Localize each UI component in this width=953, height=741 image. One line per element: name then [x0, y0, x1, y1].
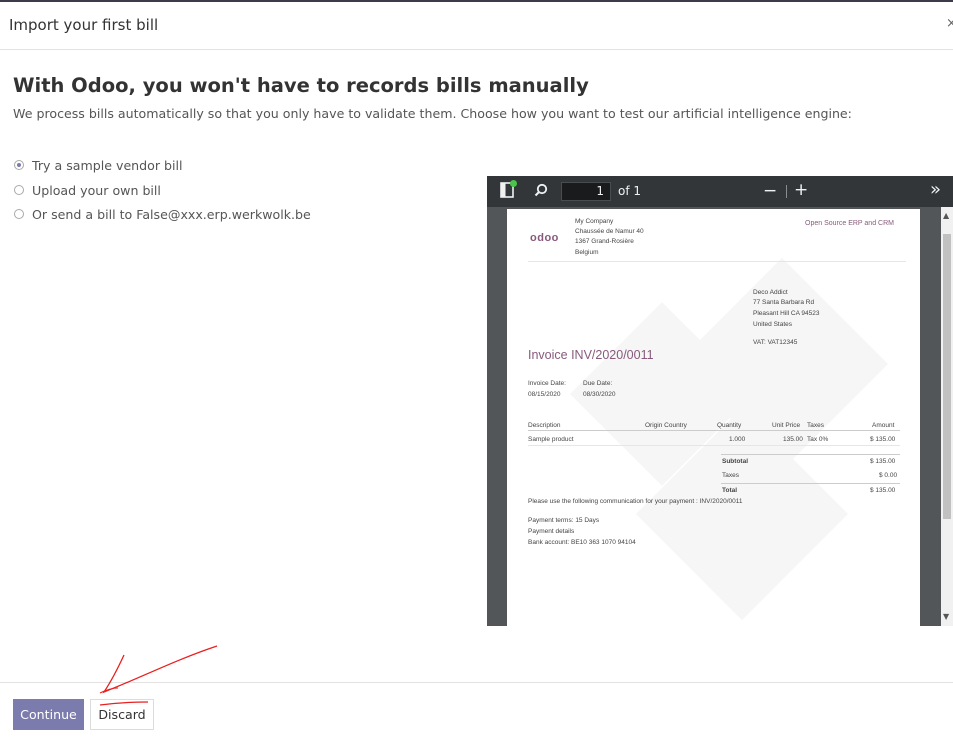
pdf-page: odoo My Company Chaussée de Namur 40 136…	[507, 209, 920, 626]
column-header: Description	[528, 422, 561, 429]
option-upload-bill[interactable]: Upload your own bill	[14, 181, 161, 199]
modal-footer: Continue Discard	[0, 682, 953, 741]
option-label: Upload your own bill	[32, 182, 161, 198]
scroll-down-icon[interactable]: ▼	[943, 612, 949, 621]
column-header: Quantity	[717, 422, 742, 429]
partner-line: Deco Addict	[753, 289, 788, 296]
invoice-date: 08/15/2020	[528, 391, 561, 398]
continue-button[interactable]: Continue	[13, 699, 84, 730]
payment-terms: Payment terms: 15 Days	[528, 517, 600, 524]
odoo-logo: odoo	[530, 232, 559, 244]
total-value: $ 135.00	[870, 487, 896, 494]
column-header: Amount	[872, 422, 895, 429]
bank-account: Bank account: BE10 363 1070 94104	[528, 539, 636, 546]
subtotal-value: $ 135.00	[870, 458, 896, 465]
row-divider	[528, 445, 900, 446]
company-line: Chaussée de Namur 40	[575, 228, 644, 235]
pdf-viewer: 1 of 1 − + » odoo My Company Chaussée de…	[487, 176, 953, 626]
invoice-date-label: Invoice Date:	[528, 380, 566, 387]
page-subtitle: We process bills automatically so that y…	[13, 106, 852, 121]
column-header: Unit Price	[772, 422, 801, 429]
invoice-title: Invoice INV/2020/0011	[528, 348, 654, 362]
option-label: Try a sample vendor bill	[32, 157, 183, 173]
line-description: Sample product	[528, 436, 574, 443]
line-unit-price: 135.00	[783, 436, 803, 443]
toolbar-divider	[786, 185, 787, 198]
partner-vat: VAT: VAT12345	[753, 339, 798, 346]
modal-title: Import your first bill	[9, 16, 159, 34]
header-divider	[528, 261, 906, 262]
company-tagline: Open Source ERP and CRM	[805, 220, 894, 227]
pdf-scrollbar[interactable]: ▲ ▼	[941, 207, 953, 626]
due-date: 08/30/2020	[583, 391, 616, 398]
due-date-label: Due Date:	[583, 380, 613, 387]
page-total: of 1	[618, 184, 642, 198]
company-line: Belgium	[575, 249, 599, 256]
scroll-up-icon[interactable]: ▲	[943, 211, 949, 220]
page-number-input[interactable]: 1	[561, 182, 611, 201]
page-heading: With Odoo, you won't have to records bil…	[13, 74, 589, 97]
column-header: Origin Country	[645, 422, 687, 429]
partner-line: United States	[753, 321, 793, 328]
payment-communication: Please use the following communication f…	[528, 498, 743, 505]
line-taxes: Tax 0%	[807, 436, 829, 443]
zoom-out-button[interactable]: −	[763, 181, 777, 201]
taxes-value: $ 0.00	[879, 472, 898, 479]
radio-button-checked[interactable]	[14, 160, 24, 170]
partner-line: Pleasant Hill CA 94523	[753, 310, 820, 317]
radio-button[interactable]	[14, 185, 24, 195]
status-dot-icon	[510, 180, 517, 187]
column-header: Taxes	[807, 422, 824, 429]
zoom-in-button[interactable]: +	[794, 180, 808, 200]
taxes-label: Taxes	[722, 472, 739, 479]
option-send-email[interactable]: Or send a bill to False@xxx.erp.werkwolk…	[14, 205, 311, 223]
subtotal-label: Subtotal	[722, 458, 748, 465]
pdf-toolbar: 1 of 1 − + »	[487, 176, 953, 207]
company-line: My Company	[575, 218, 614, 225]
line-amount: $ 135.00	[870, 436, 896, 443]
option-sample-bill[interactable]: Try a sample vendor bill	[14, 156, 183, 174]
company-line: 1367 Grand-Rosière	[575, 238, 634, 245]
modal-header: Import your first bill ×	[0, 2, 953, 50]
payment-details: Payment details	[528, 528, 575, 535]
line-quantity: 1.000	[729, 436, 746, 443]
close-icon[interactable]: ×	[946, 16, 953, 31]
scroll-thumb[interactable]	[943, 234, 951, 519]
radio-button[interactable]	[14, 209, 24, 219]
search-icon[interactable]	[534, 183, 548, 201]
partner-line: 77 Santa Barbara Rd	[753, 299, 815, 306]
totals-divider	[721, 454, 900, 455]
discard-button[interactable]: Discard	[90, 699, 154, 730]
totals-divider	[721, 483, 900, 484]
option-label: Or send a bill to False@xxx.erp.werkwolk…	[32, 206, 311, 222]
total-label: Total	[722, 487, 738, 494]
table-header-divider	[528, 430, 900, 431]
more-options-icon[interactable]: »	[930, 179, 941, 200]
